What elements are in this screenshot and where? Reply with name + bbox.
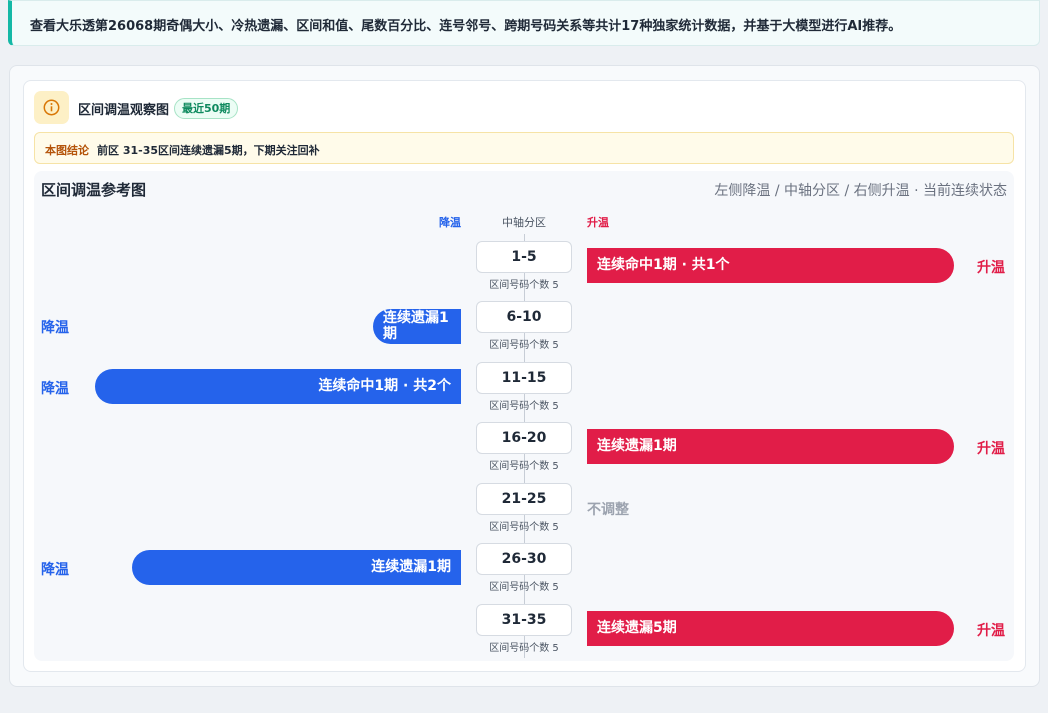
warm-label: 升温 — [977, 441, 1005, 457]
warm-label: 升温 — [977, 623, 1005, 639]
zone-count-label: 区间号码个数 5 — [489, 461, 559, 472]
top-notice: 查看大乐透第26068期奇偶大小、冷热遗漏、区间和值、尾数百分比、连号邻号、跨期… — [8, 0, 1040, 46]
chart-legend: 左侧降温 / 中轴分区 / 右侧升温 · 当前连续状态 — [714, 183, 1007, 199]
zone-count-label: 区间号码个数 5 — [489, 340, 559, 351]
info-icon — [34, 91, 69, 124]
warm-bar: 连续遗漏5期 — [587, 611, 954, 646]
zone-box: 11-15 — [476, 362, 572, 394]
column-header-cool: 降温 — [439, 216, 461, 229]
cool-bar: 连续遗漏1期 — [373, 309, 461, 344]
neutral-label: 不调整 — [587, 502, 629, 518]
conclusion-label: 本图结论 — [45, 144, 89, 157]
zone-count-label: 区间号码个数 5 — [489, 582, 559, 593]
zone-box: 6-10 — [476, 301, 572, 333]
conclusion-text: 前区 31-35区间连续遗漏5期，下期关注回补 — [97, 144, 320, 157]
chart-title: 区间调温参考图 — [41, 181, 147, 199]
column-header-warm: 升温 — [587, 216, 609, 229]
zone-box: 31-35 — [476, 604, 572, 636]
zone-box: 16-20 — [476, 422, 572, 454]
zone-count-label: 区间号码个数 5 — [489, 643, 559, 654]
zone-count-label: 区间号码个数 5 — [489, 401, 559, 412]
cool-label: 降温 — [41, 562, 69, 578]
warm-label: 升温 — [977, 260, 1005, 276]
cool-bar: 连续遗漏1期 — [132, 550, 461, 585]
column-header-axis: 中轴分区 — [502, 216, 546, 229]
warm-bar: 连续遗漏1期 — [587, 429, 954, 464]
zone-box: 21-25 — [476, 483, 572, 515]
conclusion-bar: 本图结论 前区 31-35区间连续遗漏5期，下期关注回补 — [34, 132, 1014, 164]
recent-periods-badge: 最近50期 — [174, 98, 239, 119]
zone-count-label: 区间号码个数 5 — [489, 280, 559, 291]
zone-box: 1-5 — [476, 241, 572, 273]
warm-bar: 连续命中1期 · 共1个 — [587, 248, 954, 283]
zone-count-label: 区间号码个数 5 — [489, 522, 559, 533]
zone-box: 26-30 — [476, 543, 572, 575]
card-title: 区间调温观察图 — [78, 103, 170, 118]
cool-label: 降温 — [41, 320, 69, 336]
cool-label: 降温 — [41, 381, 69, 397]
cool-bar: 连续命中1期 · 共2个 — [95, 369, 461, 404]
